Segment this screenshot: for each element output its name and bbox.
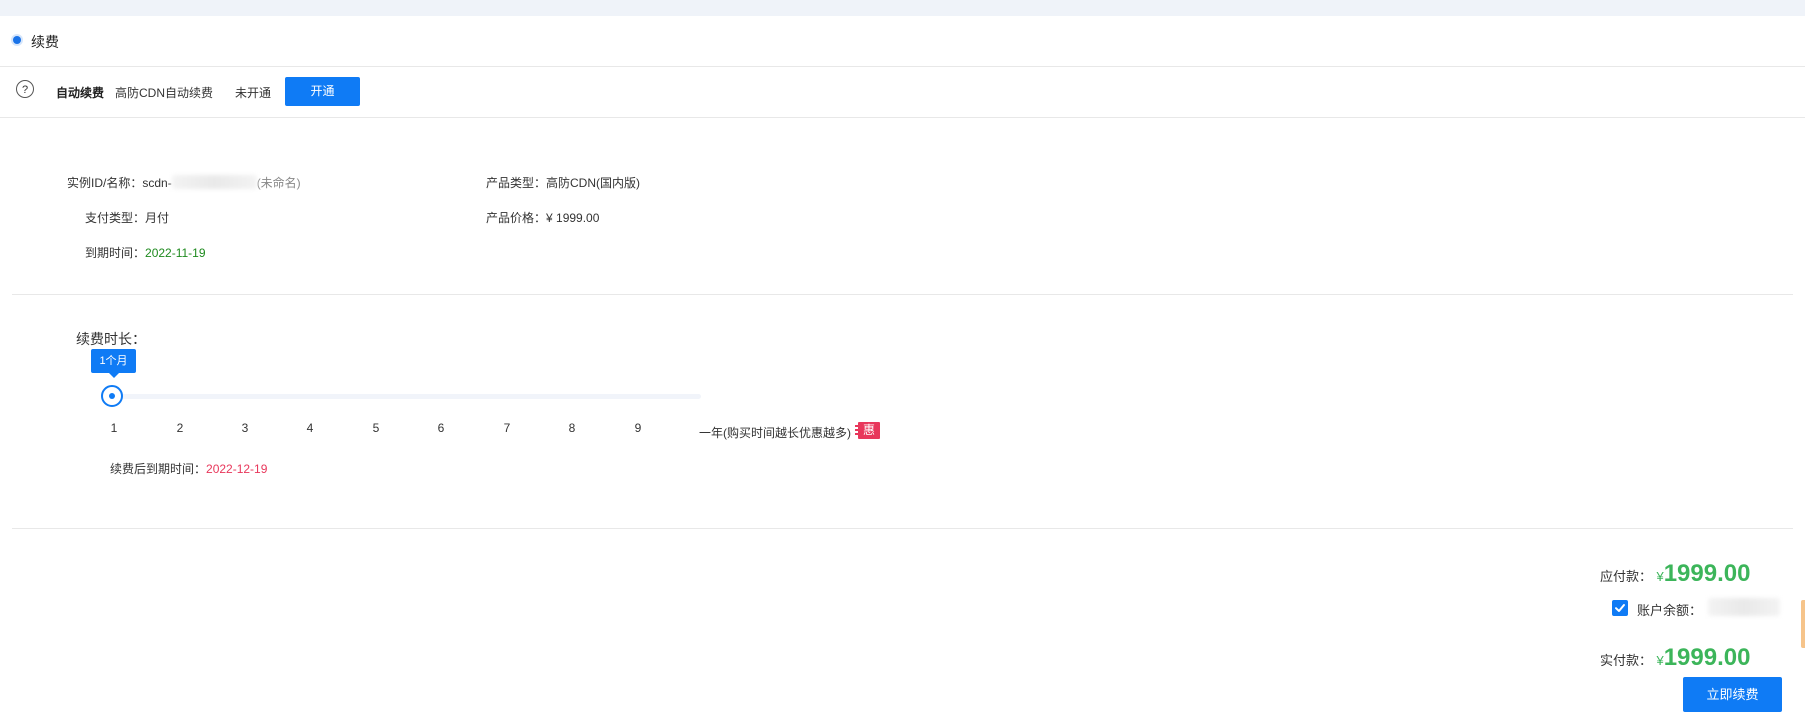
instance-name: (未命名) [256, 176, 301, 190]
section-title: 续费 [31, 34, 59, 50]
section-radio-dot [13, 36, 21, 44]
actual-label: 实付款： [1600, 653, 1653, 668]
price-value: ¥ 1999.00 [546, 211, 600, 225]
expire-row: 到期时间：2022-11-19 [85, 244, 206, 261]
pay-type-label: 支付类型： [85, 211, 146, 225]
tick-2-months[interactable]: 2 [170, 421, 190, 435]
tick-7-months[interactable]: 7 [497, 421, 517, 435]
help-icon[interactable]: ? [16, 80, 34, 98]
tick-5-months[interactable]: 5 [366, 421, 386, 435]
price-label: 产品价格： [486, 211, 547, 225]
auto-renew-label: 自动续费 [56, 86, 105, 100]
pay-type-row: 支付类型：月付 [85, 209, 169, 226]
new-expire-date: 2022-12-19 [206, 462, 268, 476]
redacted-balance [1708, 598, 1780, 616]
instance-id-row: 实例ID/名称：scdn- (未命名) [67, 174, 301, 191]
actual-amount-row: 实付款： ¥1999.00 [1600, 644, 1750, 672]
instance-id-label: 实例ID/名称： [67, 176, 143, 190]
product-type-value: 高防CDN(国内版) [546, 176, 641, 190]
actual-currency: ¥ [1656, 653, 1664, 668]
new-expire-label: 续费后到期时间： [110, 462, 207, 476]
check-icon [1615, 604, 1625, 612]
product-type-row: 产品类型：高防CDN(国内版) [486, 174, 640, 191]
divider [12, 528, 1793, 529]
expire-date: 2022-11-19 [145, 246, 206, 260]
due-amount: 1999.00 [1663, 560, 1751, 587]
due-amount-row: 应付款： ¥1999.00 [1600, 560, 1750, 588]
tick-1-month[interactable]: 1 [104, 421, 124, 435]
tick-4-months[interactable]: 4 [300, 421, 320, 435]
top-bar [0, 0, 1805, 16]
duration-slider-track[interactable] [103, 394, 701, 399]
balance-label: 账户余额： [1637, 603, 1703, 618]
balance-checkbox[interactable] [1612, 600, 1628, 616]
open-auto-renew-button[interactable]: 开通 [285, 77, 360, 106]
divider [12, 294, 1793, 295]
redacted-instance-id [171, 175, 257, 189]
auto-renew-name: 高防CDN自动续费 [115, 86, 213, 100]
product-type-label: 产品类型： [486, 176, 547, 190]
due-currency: ¥ [1656, 569, 1664, 584]
tick-8-months[interactable]: 8 [562, 421, 582, 435]
auto-renew-status: 未开通 [235, 86, 272, 100]
instance-id-prefix: scdn- [142, 176, 172, 190]
expire-label: 到期时间： [85, 246, 146, 260]
new-expire-row: 续费后到期时间：2022-12-19 [110, 460, 267, 477]
actual-amount: 1999.00 [1663, 644, 1751, 671]
duration-slider-handle[interactable] [101, 385, 123, 407]
divider [0, 117, 1805, 118]
edge-tab[interactable] [1801, 600, 1805, 648]
renew-now-button[interactable]: 立即续费 [1683, 677, 1782, 712]
divider [0, 66, 1805, 67]
tick-3-months[interactable]: 3 [235, 421, 255, 435]
price-row: 产品价格：¥ 1999.00 [486, 209, 599, 226]
discount-badge: 惠 [855, 422, 880, 439]
tick-one-year[interactable]: 一年(购买时间越长优惠越多) [699, 424, 851, 441]
due-label: 应付款： [1600, 569, 1653, 584]
tick-6-months[interactable]: 6 [431, 421, 451, 435]
pay-type-value: 月付 [145, 211, 170, 225]
tick-9-months[interactable]: 9 [628, 421, 648, 435]
duration-tooltip: 1个月 [91, 349, 136, 378]
duration-label: 续费时长： [76, 331, 146, 347]
